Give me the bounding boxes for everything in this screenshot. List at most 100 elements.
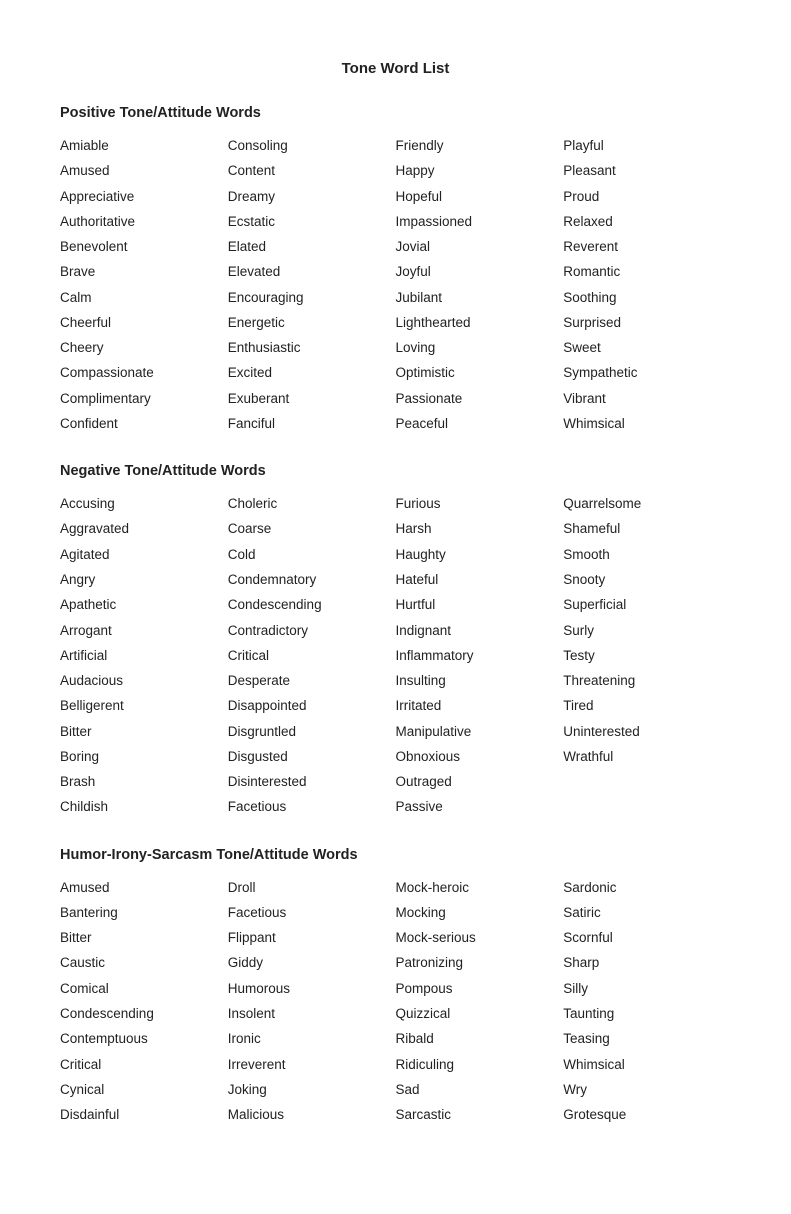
word-item: Sardonic	[563, 877, 731, 899]
word-item: Agitated	[60, 544, 228, 566]
word-item: Ribald	[396, 1028, 564, 1050]
word-item: Uninterested	[563, 721, 731, 743]
word-item: Friendly	[396, 135, 564, 157]
word-item: Jovial	[396, 236, 564, 258]
word-item: Condescending	[228, 594, 396, 616]
word-item: Threatening	[563, 670, 731, 692]
word-item: Sharp	[563, 952, 731, 974]
word-item: Ecstatic	[228, 211, 396, 233]
word-item: Malicious	[228, 1104, 396, 1126]
word-item: Indignant	[396, 620, 564, 642]
word-item: Surprised	[563, 312, 731, 334]
word-item: Satiric	[563, 902, 731, 924]
word-item: Flippant	[228, 927, 396, 949]
word-item: Impassioned	[396, 211, 564, 233]
word-col-humor-2: Mock-heroicMockingMock-seriousPatronizin…	[396, 877, 564, 1127]
word-item: Mock-serious	[396, 927, 564, 949]
word-item: Disappointed	[228, 695, 396, 717]
word-item: Haughty	[396, 544, 564, 566]
word-item: Compassionate	[60, 362, 228, 384]
word-item: Excited	[228, 362, 396, 384]
word-item: Complimentary	[60, 388, 228, 410]
word-item: Hateful	[396, 569, 564, 591]
word-col-positive-2: FriendlyHappyHopefulImpassionedJovialJoy…	[396, 135, 564, 435]
word-item: Elated	[228, 236, 396, 258]
word-col-positive-3: PlayfulPleasantProudRelaxedReverentRoman…	[563, 135, 731, 435]
word-item: Apathetic	[60, 594, 228, 616]
word-col-humor-1: DrollFacetiousFlippantGiddyHumorousInsol…	[228, 877, 396, 1127]
word-item: Contemptuous	[60, 1028, 228, 1050]
word-item: Outraged	[396, 771, 564, 793]
word-item: Sympathetic	[563, 362, 731, 384]
word-item: Artificial	[60, 645, 228, 667]
word-item: Encouraging	[228, 287, 396, 309]
word-item: Cynical	[60, 1079, 228, 1101]
word-item: Smooth	[563, 544, 731, 566]
word-item: Relaxed	[563, 211, 731, 233]
word-item: Facetious	[228, 796, 396, 818]
word-item: Jubilant	[396, 287, 564, 309]
word-item: Content	[228, 160, 396, 182]
word-item: Proud	[563, 186, 731, 208]
word-item: Joyful	[396, 261, 564, 283]
word-item: Dreamy	[228, 186, 396, 208]
word-item: Belligerent	[60, 695, 228, 717]
word-item: Amused	[60, 877, 228, 899]
word-item: Quarrelsome	[563, 493, 731, 515]
word-item: Inflammatory	[396, 645, 564, 667]
word-item: Taunting	[563, 1003, 731, 1025]
word-item: Obnoxious	[396, 746, 564, 768]
section-negative: Negative Tone/Attitude WordsAccusingAggr…	[60, 463, 731, 818]
word-item: Consoling	[228, 135, 396, 157]
word-item: Fanciful	[228, 413, 396, 435]
word-item: Joking	[228, 1079, 396, 1101]
word-item: Wry	[563, 1079, 731, 1101]
word-item: Enthusiastic	[228, 337, 396, 359]
word-item: Exuberant	[228, 388, 396, 410]
word-item: Hurtful	[396, 594, 564, 616]
word-item: Sarcastic	[396, 1104, 564, 1126]
word-grid-humor: AmusedBanteringBitterCausticComicalConde…	[60, 877, 731, 1127]
word-item: Snooty	[563, 569, 731, 591]
word-item: Appreciative	[60, 186, 228, 208]
word-item: Comical	[60, 978, 228, 1000]
word-item: Calm	[60, 287, 228, 309]
word-item: Lighthearted	[396, 312, 564, 334]
word-item: Childish	[60, 796, 228, 818]
word-item: Contradictory	[228, 620, 396, 642]
word-item: Shameful	[563, 518, 731, 540]
section-heading-humor: Humor-Irony-Sarcasm Tone/Attitude Words	[60, 847, 731, 863]
word-item: Bantering	[60, 902, 228, 924]
word-item: Aggravated	[60, 518, 228, 540]
word-item: Surly	[563, 620, 731, 642]
word-item: Insulting	[396, 670, 564, 692]
word-item: Insolent	[228, 1003, 396, 1025]
word-item: Humorous	[228, 978, 396, 1000]
word-item: Disdainful	[60, 1104, 228, 1126]
word-item: Reverent	[563, 236, 731, 258]
word-item: Arrogant	[60, 620, 228, 642]
word-item: Disinterested	[228, 771, 396, 793]
word-item: Authoritative	[60, 211, 228, 233]
word-item: Quizzical	[396, 1003, 564, 1025]
word-item: Ridiculing	[396, 1054, 564, 1076]
word-item: Passive	[396, 796, 564, 818]
word-item: Angry	[60, 569, 228, 591]
word-item: Sweet	[563, 337, 731, 359]
word-item: Critical	[228, 645, 396, 667]
word-item: Bitter	[60, 721, 228, 743]
word-item: Furious	[396, 493, 564, 515]
word-item: Confident	[60, 413, 228, 435]
word-item: Playful	[563, 135, 731, 157]
word-item: Irreverent	[228, 1054, 396, 1076]
section-humor: Humor-Irony-Sarcasm Tone/Attitude Words A…	[60, 847, 731, 1127]
word-col-negative-2: FuriousHarshHaughtyHatefulHurtfulIndigna…	[396, 493, 564, 818]
word-item: Audacious	[60, 670, 228, 692]
word-col-humor-0: AmusedBanteringBitterCausticComicalConde…	[60, 877, 228, 1127]
word-item: Brash	[60, 771, 228, 793]
word-item: Caustic	[60, 952, 228, 974]
word-item: Amiable	[60, 135, 228, 157]
word-item: Desperate	[228, 670, 396, 692]
word-item: Droll	[228, 877, 396, 899]
word-item: Accusing	[60, 493, 228, 515]
